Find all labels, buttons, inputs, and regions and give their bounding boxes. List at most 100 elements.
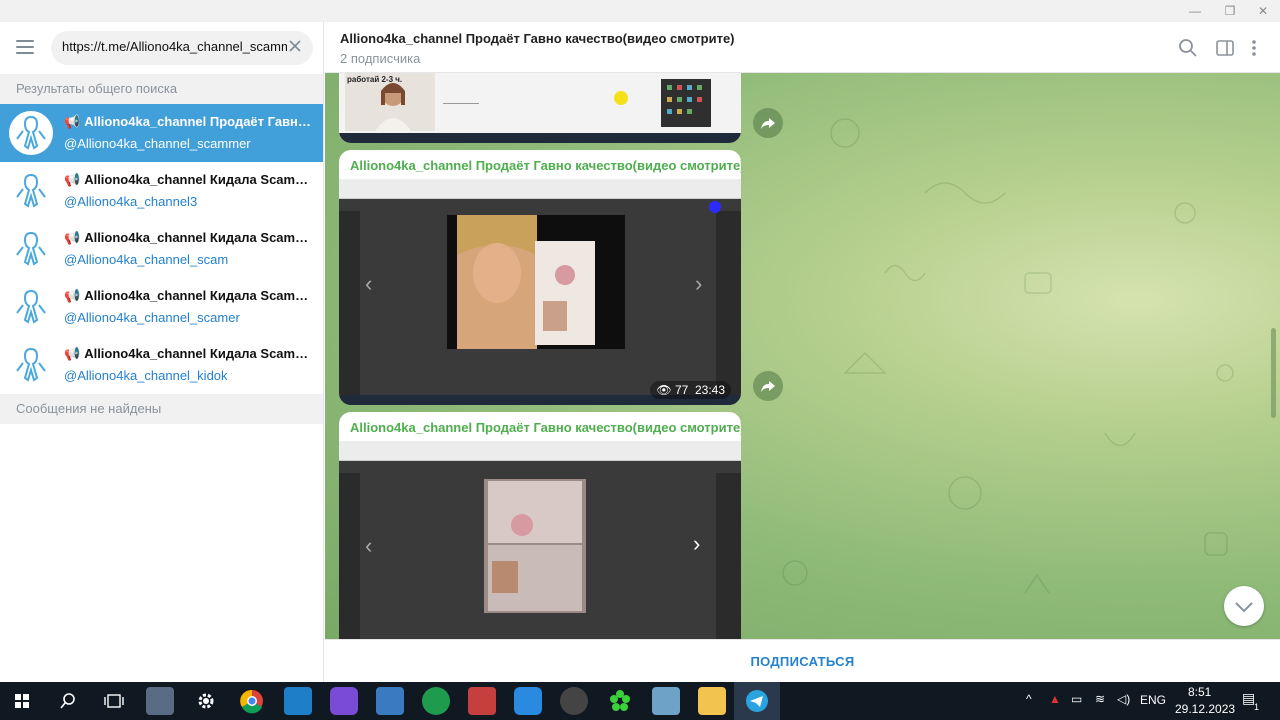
folder-icon[interactable]: [698, 687, 726, 715]
next-icon[interactable]: ›: [693, 531, 700, 557]
megaphone-icon: 📢: [64, 172, 81, 187]
more-icon[interactable]: [1243, 37, 1265, 59]
message-bubble[interactable]: Alliono4ka_channel Продаёт Гавно качеств…: [339, 150, 741, 405]
icq-icon[interactable]: [606, 687, 634, 715]
app-icon[interactable]: [146, 687, 174, 715]
megaphone-icon: 📢: [64, 114, 81, 129]
share-button[interactable]: [753, 108, 783, 138]
result-title: Alliono4ka_channel Кидала Scammer...: [84, 346, 314, 361]
video-preview[interactable]: ‹ › 👁 77 23:43: [339, 179, 741, 405]
result-username: @Alliono4ka_channel_scammer: [64, 136, 251, 151]
clock-time[interactable]: 8:51: [1188, 685, 1211, 699]
app-icon[interactable]: [468, 687, 496, 715]
language-indicator[interactable]: ENG: [1140, 693, 1166, 707]
app-icon[interactable]: [376, 687, 404, 715]
result-title: Alliono4ka_channel Кидала Scammer...: [84, 288, 314, 303]
start-icon[interactable]: [8, 687, 36, 715]
clock-date[interactable]: 29.12.2023: [1175, 702, 1235, 716]
avatar: [9, 227, 53, 271]
photo: [447, 215, 625, 349]
menu-icon[interactable]: [16, 40, 34, 54]
task-view-icon[interactable]: [100, 687, 128, 715]
snippet-text: работай 2-3 ч.: [347, 75, 403, 84]
video-preview[interactable]: ‹ ›: [339, 441, 741, 639]
search-icon[interactable]: [1177, 37, 1199, 59]
avatar: [9, 111, 53, 155]
app-icon[interactable]: [560, 687, 588, 715]
battery-icon[interactable]: ▭: [1071, 692, 1082, 706]
avatar: [9, 169, 53, 213]
message-author[interactable]: Alliono4ka_channel Продаёт Гавно качеств…: [350, 158, 741, 173]
next-icon[interactable]: ›: [695, 271, 702, 297]
search-icon[interactable]: [54, 687, 82, 715]
scroll-down-button[interactable]: [1224, 586, 1264, 626]
megaphone-icon: 📢: [64, 230, 81, 245]
left-panel: https://t.me/Alliono4ka_channel_scammer …: [0, 22, 324, 682]
eye-icon: 👁: [656, 383, 672, 397]
message-bubble-partial[interactable]: работай 2-3 ч.: [339, 73, 741, 143]
results-list: 📢 Alliono4ka_channel Продаёт Гавно к... @…: [0, 104, 323, 394]
share-icon: [761, 381, 775, 392]
message-bubble[interactable]: Alliono4ka_channel Продаёт Гавно качеств…: [339, 412, 741, 639]
result-username: @Alliono4ka_channel_scam: [64, 252, 229, 267]
windows-taskbar: ^ ▲ ▭ ≋ ◁) ENG 8:51 29.12.2023 ▤ 1: [0, 682, 1280, 720]
bottom-bar: ПОДПИСАТЬСЯ: [325, 639, 1280, 682]
telegram-icon[interactable]: [743, 687, 771, 715]
chrome-icon[interactable]: [238, 687, 266, 715]
result-username: @Alliono4ka_channel_scamer: [64, 310, 240, 325]
avatar: [9, 343, 53, 387]
chat-scrollbar[interactable]: [1271, 73, 1277, 639]
result-item[interactable]: 📢 Alliono4ka_channel Кидала Scammer ... @…: [0, 162, 323, 220]
cursor-dot: [709, 201, 721, 213]
previous-icon[interactable]: ‹: [365, 271, 372, 297]
result-item[interactable]: 📢 Alliono4ka_channel Продаёт Гавно к... @…: [0, 104, 323, 162]
antivirus-icon[interactable]: ▲: [1049, 692, 1061, 706]
message-time: 23:43: [694, 383, 725, 397]
video-preview[interactable]: работай 2-3 ч.: [339, 73, 741, 143]
share-button[interactable]: [753, 371, 783, 401]
result-username: @Alliono4ka_channel3: [64, 194, 198, 209]
maximize-button[interactable]: ❐: [1215, 2, 1245, 20]
close-button[interactable]: ✕: [1248, 2, 1278, 20]
chat-title: Alliono4ka_channel Продаёт Гавно качеств…: [340, 31, 735, 46]
result-item[interactable]: 📢 Alliono4ka_channel Кидала Scammer... @A…: [0, 336, 323, 394]
photo: [484, 479, 586, 613]
view-stats: 👁 77 23:43: [650, 381, 731, 399]
chat-subscribers: 2 подписчика: [340, 51, 421, 66]
sidebar-toggle-icon[interactable]: [1214, 37, 1236, 59]
app-panel: [661, 79, 711, 127]
message-author[interactable]: Alliono4ka_channel Продаёт Гавно качеств…: [350, 420, 741, 435]
result-item[interactable]: 📢 Alliono4ka_channel Кидала Scammer... @A…: [0, 278, 323, 336]
app-icon[interactable]: [330, 687, 358, 715]
chevron-up-icon[interactable]: ^: [1026, 692, 1032, 706]
torrent-icon[interactable]: [422, 687, 450, 715]
clear-search-icon[interactable]: [285, 37, 305, 57]
telegram-window: — ❐ ✕ https://t.me/Alliono4ka_channel_sc…: [0, 0, 1280, 682]
avatar: [9, 285, 53, 329]
result-title: Alliono4ka_channel Продаёт Гавно к...: [84, 114, 314, 129]
app-icon[interactable]: [284, 687, 312, 715]
result-username: @Alliono4ka_channel_kidok: [64, 368, 228, 383]
gear-icon[interactable]: [192, 687, 220, 715]
chevron-down-icon: [1235, 602, 1253, 613]
result-item[interactable]: 📢 Alliono4ka_channel Кидала Scammer... @A…: [0, 220, 323, 278]
megaphone-icon: 📢: [64, 288, 81, 303]
title-bar: — ❐ ✕: [0, 0, 1280, 22]
app-icon[interactable]: [514, 687, 542, 715]
search-value[interactable]: https://t.me/Alliono4ka_channel_scammer: [62, 39, 287, 54]
chat-header[interactable]: Alliono4ka_channel Продаёт Гавно качеств…: [325, 22, 1280, 73]
volume-icon[interactable]: ◁): [1117, 692, 1130, 706]
megaphone-icon: 📢: [64, 346, 81, 361]
notification-count: 1: [1254, 702, 1260, 712]
view-count: 77: [674, 383, 689, 397]
cursor-highlight: [614, 91, 628, 105]
wifi-icon[interactable]: ≋: [1095, 692, 1105, 706]
left-header: https://t.me/Alliono4ka_channel_scammer: [0, 22, 323, 74]
minimize-button[interactable]: —: [1180, 2, 1210, 20]
section-messages: Сообщения не найдены: [0, 394, 323, 424]
app-icon[interactable]: [652, 687, 680, 715]
subscribe-button[interactable]: ПОДПИСАТЬСЯ: [325, 654, 1280, 669]
result-title: Alliono4ka_channel Кидала Scammer ...: [84, 172, 314, 187]
search-input[interactable]: https://t.me/Alliono4ka_channel_scammer: [51, 31, 313, 65]
previous-icon[interactable]: ‹: [365, 533, 372, 559]
